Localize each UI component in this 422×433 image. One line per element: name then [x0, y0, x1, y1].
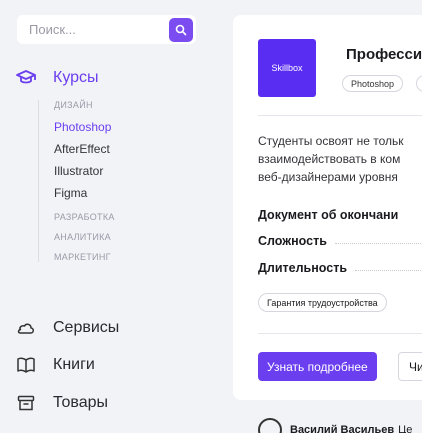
search-input[interactable]: Поиск... [17, 22, 169, 37]
search-bar[interactable]: Поиск... [17, 15, 196, 44]
nav-books-label: Книги [53, 356, 95, 373]
category-development[interactable]: РАЗРАБОТКА [54, 212, 115, 222]
spec-document: Документ об окончани [258, 208, 398, 222]
category-design[interactable]: ДИЗАЙН [54, 100, 115, 110]
author-name: Василий Васильев [290, 424, 395, 433]
nav-books[interactable]: Книги [15, 355, 95, 375]
learn-more-button[interactable]: Узнать подробнее [258, 352, 377, 381]
cloud-icon [15, 318, 37, 338]
description-line: веб-дизайнерами уровня [258, 170, 398, 184]
category-marketing[interactable]: МАРКЕТИНГ [54, 252, 115, 262]
nav-courses[interactable]: Курсы [15, 68, 99, 88]
archive-box-icon [15, 393, 37, 413]
nav-courses-label: Курсы [53, 69, 99, 86]
author-row[interactable]: Василий Васильев Це [258, 418, 412, 433]
submenu-item-figma[interactable]: Figma [54, 186, 115, 200]
employment-guarantee-badge: Гарантия трудоустройства [258, 293, 387, 312]
course-card: Skillbox Професси Photoshop Студенты осв… [233, 15, 422, 400]
description-line: Студенты освоят не тольк [258, 134, 404, 148]
nav-services-label: Сервисы [53, 319, 120, 336]
spec-label: Документ об окончани [258, 208, 399, 222]
nav-services[interactable]: Сервисы [15, 318, 119, 338]
spec-label: Длительность [258, 261, 348, 275]
search-icon [175, 24, 187, 35]
submenu-item-illustrator[interactable]: Illustrator [54, 164, 115, 178]
spec-duration: Длительность [258, 261, 422, 275]
spec-label: Сложность [258, 234, 327, 248]
author-extra: Це [398, 424, 413, 433]
submenu-item-photoshop[interactable]: Photoshop [54, 120, 115, 134]
spec-dots [355, 269, 422, 271]
author-avatar [258, 418, 282, 433]
nav-goods-label: Товары [53, 394, 109, 411]
graduation-cap-icon [15, 68, 37, 88]
course-title[interactable]: Професси [346, 46, 422, 63]
courses-submenu: ДИЗАЙН Photoshop AfterEffect Illustrator… [38, 100, 115, 262]
tag-photoshop[interactable]: Photoshop [342, 75, 404, 92]
tag-secondary[interactable] [416, 75, 422, 92]
submenu-item-aftereffect[interactable]: AfterEffect [54, 142, 115, 156]
description-line: взаимодействовать в ком [258, 152, 401, 166]
course-description: Студенты освоят не тольк взаимодействова… [258, 132, 403, 186]
secondary-button[interactable]: Чи [398, 352, 422, 381]
skillbox-logo: Skillbox [258, 39, 316, 97]
book-open-icon [15, 355, 37, 375]
card-divider [258, 333, 422, 334]
category-analytics[interactable]: АНАЛИТИКА [54, 232, 115, 242]
spec-dots [334, 242, 422, 244]
nav-goods[interactable]: Товары [15, 393, 108, 413]
card-divider [258, 115, 422, 116]
spec-difficulty: Сложность [258, 234, 422, 248]
search-button[interactable] [169, 17, 193, 42]
